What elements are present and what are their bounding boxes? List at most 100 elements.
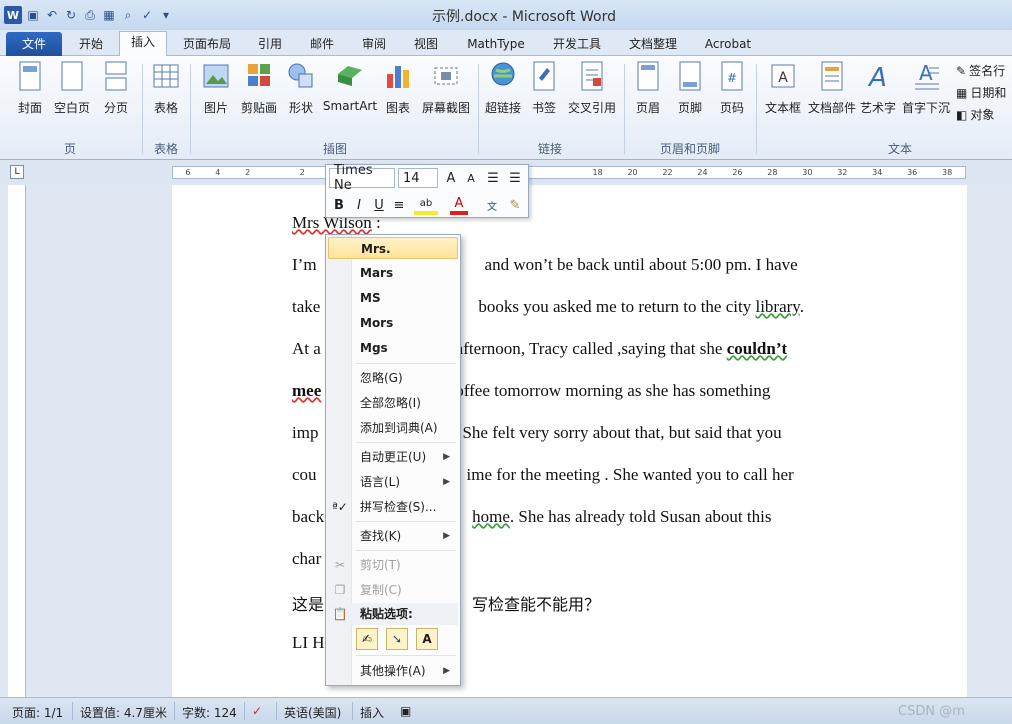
- macro-record-icon[interactable]: ▣: [400, 704, 411, 718]
- page-number-button[interactable]: # 页码: [714, 60, 750, 116]
- highlight-icon[interactable]: ab: [414, 195, 438, 215]
- autocorrect-item[interactable]: 自动更正(U) ▶: [328, 446, 458, 468]
- paste-merge-format-icon[interactable]: ➘: [386, 628, 408, 650]
- tab-mathtype[interactable]: MathType: [460, 34, 532, 56]
- blank-page-button[interactable]: 空白页: [52, 60, 92, 116]
- picture-button[interactable]: 图片: [196, 60, 236, 116]
- suggestion-item[interactable]: Mars: [328, 262, 458, 284]
- hyperlink-button[interactable]: 超链接: [482, 60, 524, 116]
- paste-keep-format-icon[interactable]: ✍: [356, 628, 378, 650]
- ignore-item[interactable]: 忽略(G): [328, 367, 458, 389]
- grow-font-icon[interactable]: A: [442, 168, 460, 188]
- header-button[interactable]: 页眉: [630, 60, 666, 116]
- insert-mode[interactable]: 插入: [360, 704, 384, 721]
- language-item[interactable]: 语言(L) ▶: [328, 471, 458, 493]
- font-name-select[interactable]: Times Ne: [329, 163, 395, 193]
- text: Tracy called ,saying that she: [529, 339, 723, 358]
- table-icon[interactable]: ▦: [101, 7, 117, 23]
- ruler-tick: 34: [872, 168, 883, 177]
- tab-selector-icon[interactable]: L: [10, 165, 24, 179]
- copy-item[interactable]: ❐ 复制(C): [328, 579, 458, 601]
- tab-developer[interactable]: 开发工具: [544, 34, 610, 56]
- page-count[interactable]: 页面: 1/1: [12, 704, 63, 721]
- more-actions-item[interactable]: 其他操作(A) ▶: [328, 660, 458, 682]
- suggestion-item[interactable]: MS: [328, 287, 458, 309]
- screenshot-button[interactable]: 屏幕截图: [418, 60, 474, 116]
- vertical-position[interactable]: 设置值: 4.7厘米: [80, 704, 167, 721]
- tab-file[interactable]: 文件: [6, 32, 62, 56]
- page-break-icon: [105, 61, 127, 91]
- underline-icon[interactable]: U: [370, 195, 388, 215]
- suggestion-item[interactable]: Mgs: [328, 337, 458, 359]
- tab-references[interactable]: 引用: [248, 34, 292, 56]
- language-indicator[interactable]: 英语(美国): [284, 704, 341, 721]
- shapes-button[interactable]: 形状: [282, 60, 320, 116]
- customize-qat-icon[interactable]: ▾: [158, 7, 174, 23]
- quick-parts-button[interactable]: 文档部件: [806, 60, 858, 116]
- object-button[interactable]: ◧ 对象: [956, 106, 994, 123]
- font-color-icon[interactable]: A: [450, 195, 468, 215]
- print-preview-icon[interactable]: ⎙: [82, 7, 98, 23]
- text-box-button[interactable]: A 文本框: [762, 60, 804, 116]
- vertical-ruler[interactable]: [8, 185, 26, 697]
- tab-review[interactable]: 审阅: [352, 34, 396, 56]
- cross-reference-button[interactable]: 交叉引用: [564, 60, 620, 116]
- word-logo-icon[interactable]: W: [4, 6, 22, 24]
- chart-icon: [387, 66, 409, 88]
- table-button[interactable]: 表格: [146, 60, 186, 116]
- page-break-button[interactable]: 分页: [96, 60, 136, 116]
- spelling-icon[interactable]: ✓: [139, 7, 155, 23]
- status-separator: [352, 702, 353, 720]
- bookmark-button[interactable]: 书签: [526, 60, 562, 116]
- tab-page-layout[interactable]: 页面布局: [176, 34, 238, 56]
- suggestion-item[interactable]: Mors: [328, 312, 458, 334]
- increase-indent-icon[interactable]: ☰: [506, 168, 524, 188]
- document-page[interactable]: Mrs Wilson : I’m and won’t be back until …: [172, 185, 967, 697]
- add-to-dictionary-item[interactable]: 添加到词典(A): [328, 417, 458, 439]
- submenu-arrow-icon: ▶: [443, 477, 450, 487]
- tab-insert[interactable]: 插入: [119, 31, 167, 57]
- zoom-icon[interactable]: ⌕: [120, 7, 136, 23]
- quick-parts-label: 文档部件: [807, 101, 856, 115]
- tab-acrobat[interactable]: Acrobat: [696, 34, 760, 56]
- wordart-button[interactable]: A 艺术字: [858, 60, 898, 116]
- cover-page-button[interactable]: 封面: [10, 60, 50, 116]
- proofing-icon[interactable]: ✓: [252, 704, 262, 718]
- shrink-font-icon[interactable]: A: [462, 168, 480, 188]
- date-time-button[interactable]: ▦ 日期和: [956, 84, 1006, 101]
- ruler-bar[interactable]: 64224681820222426283032343638: [172, 166, 966, 179]
- tab-view[interactable]: 视图: [404, 34, 448, 56]
- save-icon[interactable]: ▣: [25, 7, 41, 23]
- word-count[interactable]: 字数: 124: [182, 704, 237, 721]
- footer-button[interactable]: 页脚: [672, 60, 708, 116]
- tab-doc-tidy[interactable]: 文档整理: [622, 34, 684, 56]
- decrease-indent-icon[interactable]: ☰: [484, 168, 502, 188]
- tab-mailings[interactable]: 邮件: [300, 34, 344, 56]
- phonetic-guide-icon[interactable]: 文: [482, 195, 502, 215]
- signature-line-button[interactable]: ✎ 签名行: [956, 62, 1005, 79]
- italic-icon[interactable]: I: [350, 195, 368, 215]
- spell-check-item[interactable]: ª✓ 拼写检查(S)...: [328, 496, 458, 518]
- chart-button[interactable]: 图表: [380, 60, 416, 116]
- clip-art-button[interactable]: 剪贴画: [238, 60, 280, 116]
- bold-icon[interactable]: B: [330, 195, 348, 215]
- font-size-select[interactable]: 14: [398, 168, 438, 188]
- doc-line-9[interactable]: char: [292, 549, 321, 569]
- suggestion-item[interactable]: Mrs.: [328, 237, 458, 259]
- smartart-button[interactable]: SmartArt: [322, 60, 378, 113]
- paste-text-only-icon[interactable]: A: [416, 628, 438, 650]
- format-painter-icon[interactable]: ✎: [506, 195, 524, 215]
- center-align-icon[interactable]: ≡: [390, 195, 408, 215]
- drop-cap-label: 首字下沉: [901, 101, 950, 115]
- redo-icon[interactable]: ↻: [63, 7, 79, 23]
- clip-art-icon: [248, 64, 270, 86]
- spell-check-label: 拼写检查(S)...: [360, 500, 437, 514]
- cut-item[interactable]: ✂ 剪切(T): [328, 554, 458, 576]
- find-item[interactable]: 查找(K) ▶: [328, 525, 458, 547]
- text: but said that you: [668, 423, 782, 442]
- undo-icon[interactable]: ↶: [44, 7, 60, 23]
- ignore-all-item[interactable]: 全部忽略(I): [328, 392, 458, 414]
- doc-line-11[interactable]: LI H: [292, 633, 325, 653]
- drop-cap-button[interactable]: A 首字下沉: [900, 60, 952, 116]
- tab-home[interactable]: 开始: [68, 34, 114, 56]
